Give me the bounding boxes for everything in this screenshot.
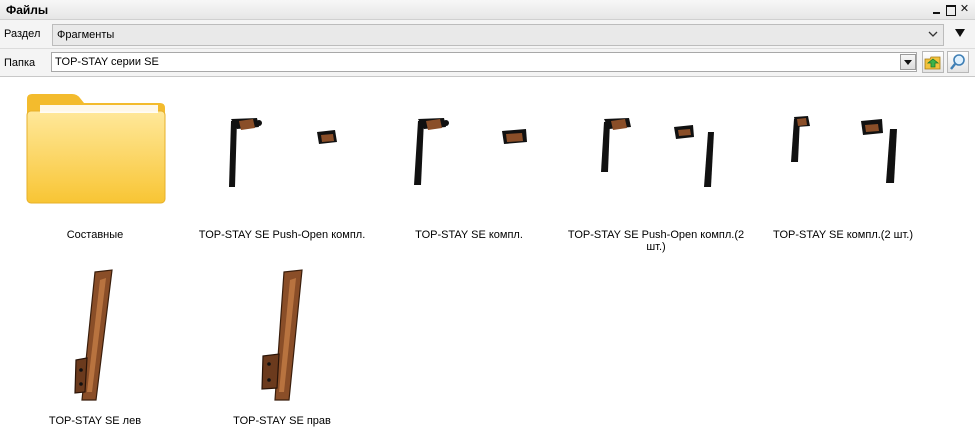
- item-caption: TOP-STAY SE Push-Open компл.: [198, 229, 366, 241]
- fragment-thumbnail: [414, 118, 527, 185]
- fragment-thumbnail: [791, 116, 897, 183]
- fragment-item[interactable]: TOP-STAY SE компл.(2 шт.): [748, 77, 938, 252]
- minimize-button[interactable]: [930, 2, 943, 16]
- window-titlebar: Файлы ✕: [0, 0, 975, 20]
- fragment-thumbnail: [601, 118, 714, 187]
- folder-row: Папка TOP-STAY серии SE: [0, 49, 975, 77]
- folder-dropdown-button[interactable]: [900, 54, 916, 70]
- close-button[interactable]: ✕: [958, 2, 971, 16]
- folder-up-button[interactable]: [922, 51, 944, 73]
- section-value: Фрагменты: [57, 29, 115, 41]
- folder-up-icon: [924, 56, 941, 70]
- fragment-item[interactable]: TOP-STAY SE Push-Open компл.: [187, 77, 377, 252]
- item-caption: TOP-STAY SE Push-Open компл.(2 шт.): [567, 229, 745, 253]
- folder-path-value: TOP-STAY серии SE: [55, 56, 159, 68]
- fragment-thumbnail: [261, 269, 303, 401]
- fragment-item[interactable]: TOP-STAY SE лев: [0, 260, 190, 430]
- fragment-thumbnail: [229, 118, 337, 187]
- fragment-thumbnail: [74, 269, 113, 401]
- item-caption: TOP-STAY SE прав: [233, 415, 331, 427]
- item-caption: TOP-STAY SE компл.(2 шт.): [772, 229, 913, 241]
- item-caption: Составные: [66, 229, 124, 241]
- maximize-button[interactable]: [944, 2, 957, 16]
- search-icon: [950, 54, 965, 70]
- item-caption: TOP-STAY SE лев: [48, 415, 142, 427]
- menu-dropdown-icon[interactable]: [954, 27, 966, 39]
- item-caption: TOP-STAY SE компл.: [415, 229, 523, 241]
- folder-icon: [26, 94, 166, 204]
- search-button[interactable]: [947, 51, 969, 73]
- section-select[interactable]: Фрагменты: [52, 24, 944, 46]
- fragment-item[interactable]: TOP-STAY SE Push-Open компл.(2 шт.): [561, 77, 751, 253]
- section-label: Раздел: [4, 28, 41, 40]
- chevron-down-icon: [928, 31, 938, 37]
- fragment-item[interactable]: TOP-STAY SE компл.: [374, 77, 564, 252]
- folder-label: Папка: [4, 57, 36, 69]
- window-title: Файлы: [6, 3, 49, 17]
- section-row: Раздел Фрагменты: [0, 20, 975, 49]
- folder-path-field[interactable]: TOP-STAY серии SE: [51, 52, 917, 72]
- folder-item-composite[interactable]: Составные: [0, 77, 190, 252]
- fragment-item[interactable]: TOP-STAY SE прав: [187, 260, 377, 430]
- files-view: Составные TOP-STAY SE Push-Open компл. T…: [0, 77, 975, 436]
